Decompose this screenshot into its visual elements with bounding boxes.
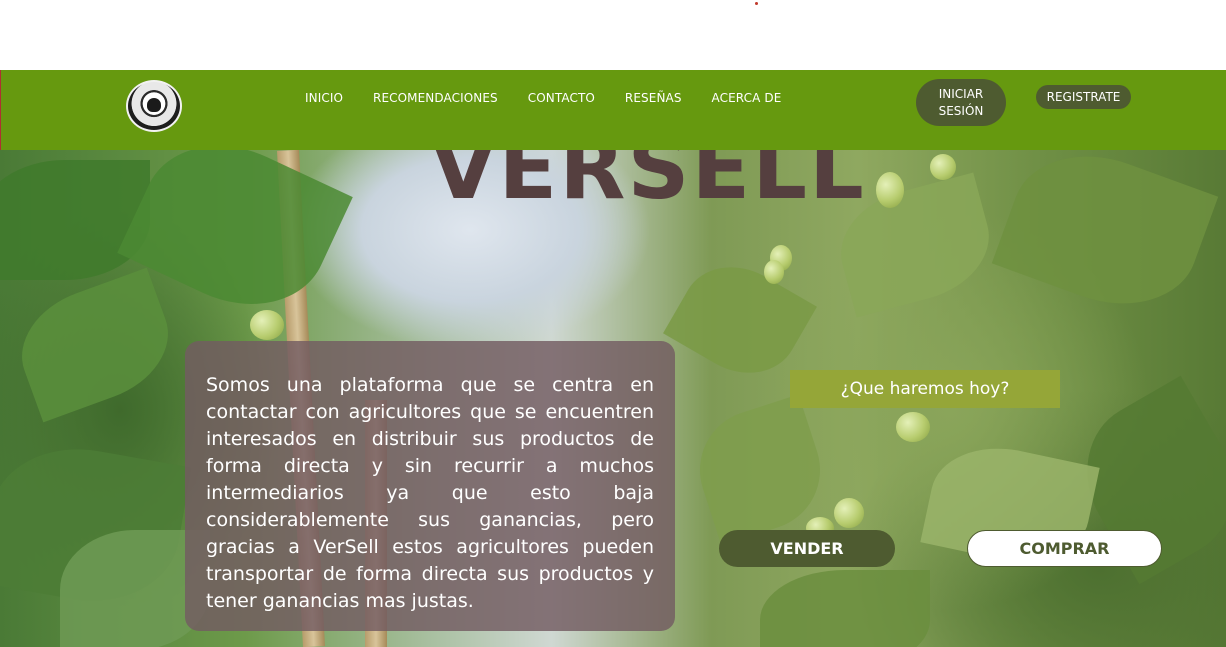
green-tomato [876,172,904,208]
leaf-decoration [760,570,930,647]
green-tomato [930,154,956,180]
tomato-icon [147,98,161,112]
top-navbar: INICIO RECOMENDACIONES CONTACTO RESEÑAS … [0,70,1226,150]
login-label-line1: INICIAR [938,86,984,101]
question-banner: ¿Que haremos hoy? [790,370,1060,408]
hero-section: VERSELL Somos una plataforma que se cent… [0,150,1226,647]
nav-link-recomendaciones[interactable]: RECOMENDACIONES [373,91,498,105]
leaf-decoration [0,160,150,280]
nav-link-acerca-de[interactable]: ACERCA DE [712,91,782,105]
brand-logo-icon[interactable] [126,80,182,132]
register-button[interactable]: REGISTRATE [1036,85,1131,109]
leaf-decoration [991,150,1219,329]
decorative-dot [755,2,758,5]
green-tomato [250,310,284,340]
about-description: Somos una plataforma que se centra en co… [206,374,654,612]
login-button[interactable]: INICIAR SESIÓN [916,79,1006,126]
main-nav: INICIO RECOMENDACIONES CONTACTO RESEÑAS … [305,91,781,105]
green-tomato [896,412,930,442]
leaf-decoration [5,267,185,423]
login-label-line2: SESIÓN [938,103,984,118]
green-tomato [764,260,784,284]
buy-button[interactable]: COMPRAR [967,530,1162,567]
nav-link-contacto[interactable]: CONTACTO [528,91,595,105]
green-tomato [834,498,864,528]
sell-button[interactable]: VENDER [719,530,895,567]
nav-link-inicio[interactable]: INICIO [305,91,343,105]
nav-link-resenas[interactable]: RESEÑAS [625,91,682,105]
brand-title: VERSELL [430,150,866,219]
about-card: Somos una plataforma que se centra en co… [185,341,675,631]
